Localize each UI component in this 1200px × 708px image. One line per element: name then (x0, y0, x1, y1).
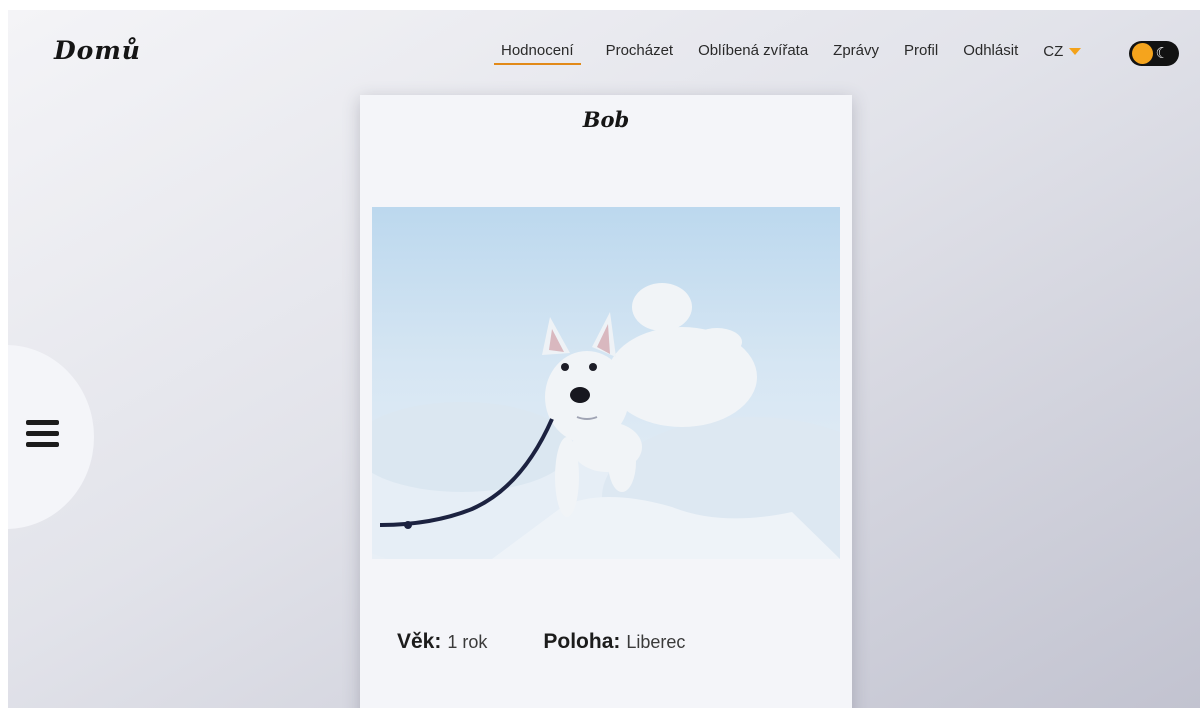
side-menu-tab[interactable] (8, 345, 94, 529)
location-label: Poloha: (543, 630, 621, 653)
theme-toggle[interactable]: ☾ (1129, 41, 1179, 66)
dog-in-snow-image (372, 207, 840, 559)
moon-icon: ☾ (1155, 45, 1169, 62)
age-value: 1 rok (447, 632, 488, 652)
chevron-down-icon (1069, 48, 1082, 55)
nav-item-oblibena-zvirata[interactable]: Oblíbená zvířata (698, 39, 808, 65)
animal-photo (372, 207, 840, 559)
age-label: Věk: (397, 630, 442, 653)
home-logo-link[interactable]: Domů (54, 36, 141, 65)
animal-name: Bob (582, 107, 630, 132)
nav-item-zpravy[interactable]: Zprávy (833, 39, 879, 65)
animal-card: Bob Věk: 1 rok Poloha: Liberec (360, 95, 852, 708)
language-label: CZ (1043, 43, 1064, 60)
animal-info: Věk: 1 rok Poloha: Liberec (397, 630, 741, 654)
toggle-knob (1132, 43, 1153, 64)
main-nav: Hodnocení Procházet Oblíbená zvířata Zpr… (494, 39, 1082, 71)
hamburger-icon (26, 420, 59, 453)
language-dropdown[interactable]: CZ (1043, 39, 1082, 64)
nav-item-hodnoceni[interactable]: Hodnocení (494, 39, 581, 65)
app-viewport: Domů Hodnocení Procházet Oblíbená zvířat… (8, 10, 1200, 708)
nav-item-odhlasit[interactable]: Odhlásit (963, 39, 1018, 65)
nav-item-profil[interactable]: Profil (904, 39, 938, 65)
location-value: Liberec (626, 632, 686, 652)
nav-item-prochazet[interactable]: Procházet (606, 39, 674, 65)
